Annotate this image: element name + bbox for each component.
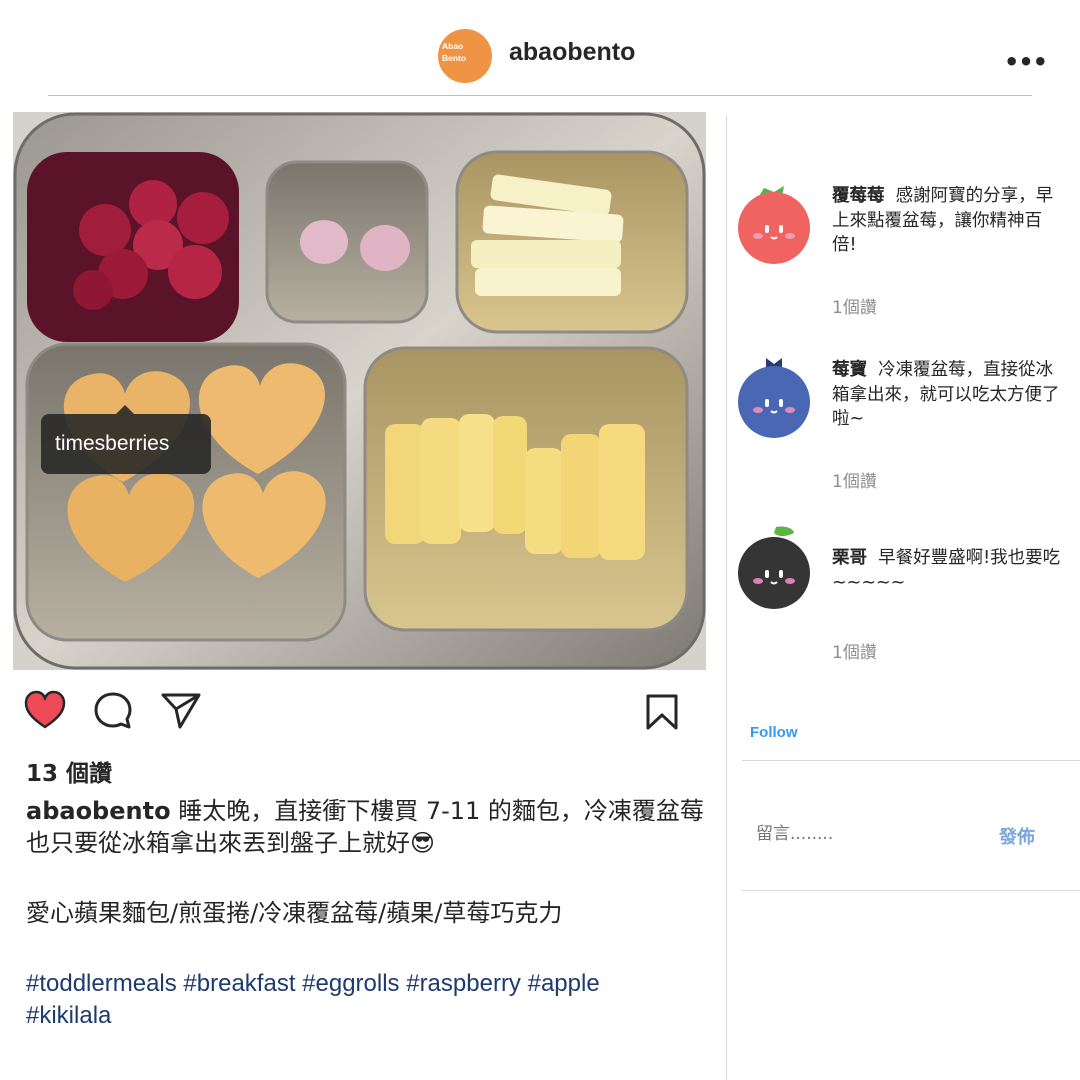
comment-text: 覆莓莓 感謝阿寶的分享，早上來點覆盆莓，讓你精神百倍! xyxy=(832,184,1062,258)
blueberry-face-icon[interactable] xyxy=(738,354,811,444)
caption-username[interactable]: abaobento xyxy=(26,797,171,825)
comment-text: 栗哥 早餐好豐盛啊!我也要吃~~~~~ xyxy=(832,546,1062,595)
post-photo[interactable]: timesberries xyxy=(13,112,706,670)
profile-username[interactable]: abaobento xyxy=(509,38,635,67)
post-comment-button[interactable]: 發佈 xyxy=(999,823,1035,849)
comment-box-bottom-divider xyxy=(742,890,1080,891)
likes-count[interactable]: 13 個讚 xyxy=(26,754,112,788)
avatar-text-line1: Abao xyxy=(442,41,464,51)
comment-icon[interactable] xyxy=(93,691,133,735)
hashtags[interactable]: #toddlermeals #breakfast #eggrolls #rasp… xyxy=(26,968,666,1032)
comment-username[interactable]: 栗哥 xyxy=(832,548,867,568)
profile-avatar[interactable]: Abao Bento xyxy=(438,29,492,83)
bento-tray-illustration xyxy=(13,112,706,670)
post-caption: abaobento 睡太晚，直接衝下樓買 7-11 的麵包，冷凍覆盆莓也只要從冰… xyxy=(26,795,706,859)
follow-button[interactable]: Follow xyxy=(750,724,798,741)
heart-icon[interactable] xyxy=(24,690,66,734)
comment-likes[interactable]: 1個讚 xyxy=(832,638,877,663)
bookmark-icon[interactable] xyxy=(644,693,680,735)
comment-username[interactable]: 莓寶 xyxy=(832,360,867,380)
food-list: 愛心蘋果麵包/煎蛋捲/冷凍覆盆莓/蘋果/草莓巧克力 xyxy=(26,899,563,927)
paper-plane-icon[interactable] xyxy=(160,692,202,734)
header-divider xyxy=(48,95,1032,96)
raspberry-face-icon[interactable] xyxy=(738,180,811,270)
comment-username[interactable]: 覆莓莓 xyxy=(832,186,885,206)
comment-likes[interactable]: 1個讚 xyxy=(832,467,877,492)
comment-likes[interactable]: 1個讚 xyxy=(832,293,877,318)
tag-pointer xyxy=(116,405,134,414)
comment-body: 早餐好豐盛啊!我也要吃~~~~~ xyxy=(832,548,1061,593)
comment-box-top-divider xyxy=(742,760,1080,761)
product-tag[interactable]: timesberries xyxy=(41,414,211,474)
comment-input[interactable] xyxy=(756,824,956,844)
blackberry-face-icon[interactable] xyxy=(738,523,811,613)
panel-divider xyxy=(726,115,727,1080)
comment-body: 冷凍覆盆莓，直接從冰箱拿出來，就可以吃太方便了啦~ xyxy=(832,360,1060,429)
post-header: Abao Bento abaobento ••• xyxy=(0,0,1080,96)
avatar-text-line2: Bento xyxy=(442,53,467,63)
comment-text: 莓寶 冷凍覆盆莓，直接從冰箱拿出來，就可以吃太方便了啦~ xyxy=(832,358,1062,432)
more-options-icon[interactable]: ••• xyxy=(1004,50,1048,74)
